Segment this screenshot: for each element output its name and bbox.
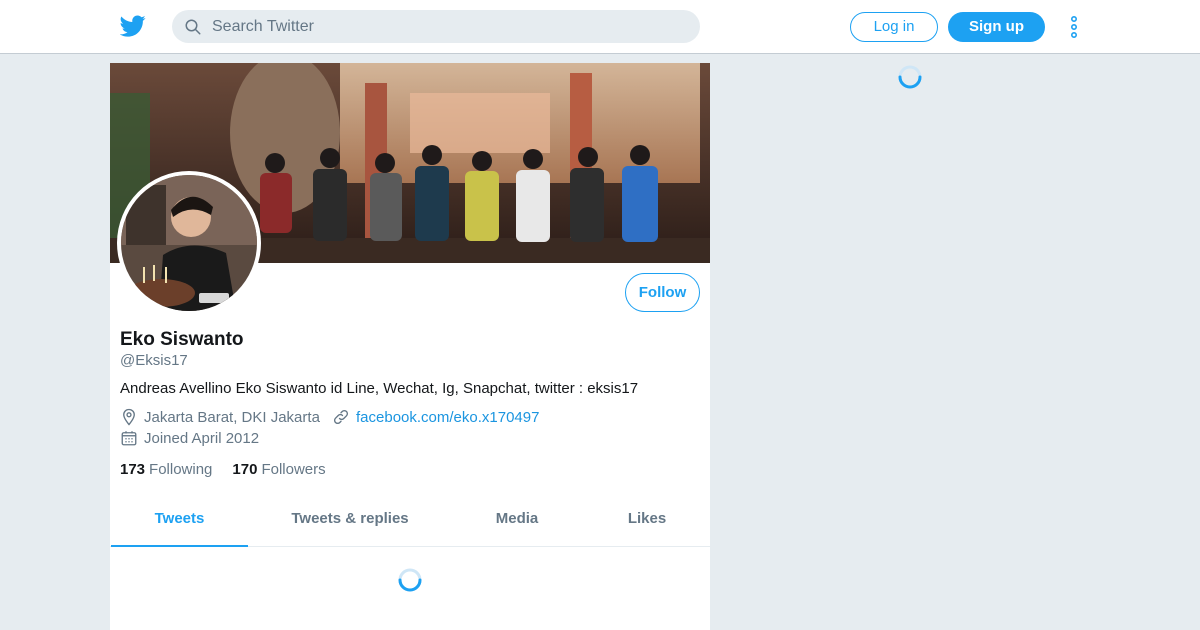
followers-label: Followers [261,461,326,478]
profile-card: Follow Eko Siswanto @Eksis17 Andreas Ave… [110,63,710,630]
more-vertical-icon[interactable] [1066,15,1082,39]
following-count: 173 [120,461,146,478]
login-button[interactable]: Log in [850,12,938,42]
following-stat[interactable]: 173 Following [120,461,212,478]
loading-spinner-icon [898,65,922,89]
search-input[interactable] [212,10,682,43]
profile-stats: 173 Following 170 Followers [120,461,346,478]
followers-stat[interactable]: 170 Followers [232,461,325,478]
search-bar [172,10,700,43]
search-icon [185,19,201,35]
avatar[interactable] [121,175,257,311]
tab-media[interactable]: Media [472,500,562,547]
calendar-icon [121,431,137,446]
profile-name: Eko Siswanto [120,329,244,350]
profile-joined: Joined April 2012 [120,429,259,447]
following-label: Following [149,461,213,478]
profile-avatar-frame [117,171,261,315]
tab-likes[interactable]: Likes [612,500,682,547]
website-link[interactable]: facebook.com/eko.x170497 [356,409,539,426]
link-icon [333,409,349,425]
location-icon [123,408,135,426]
location-text: Jakarta Barat, DKI Jakarta [144,408,320,426]
loading-spinner-icon [398,568,422,592]
twitter-logo-icon[interactable] [120,13,146,39]
profile-tabs: Tweets Tweets & replies Media Likes [110,500,710,547]
joined-text: Joined April 2012 [144,429,260,447]
profile-handle: @Eksis17 [120,352,188,369]
tab-tweets-replies[interactable]: Tweets & replies [280,500,420,547]
follow-button[interactable]: Follow [625,273,700,312]
tab-tweets[interactable]: Tweets [111,500,248,547]
followers-count: 170 [232,461,258,478]
profile-bio: Andreas Avellino Eko Siswanto id Line, W… [120,380,639,397]
signup-button[interactable]: Sign up [948,12,1045,42]
top-navigation-bar: Log in Sign up [0,0,1200,54]
avatar-photo [121,175,257,311]
profile-location: Jakarta Barat, DKI Jakarta [120,408,320,426]
profile-website: facebook.com/eko.x170497 [332,408,539,426]
